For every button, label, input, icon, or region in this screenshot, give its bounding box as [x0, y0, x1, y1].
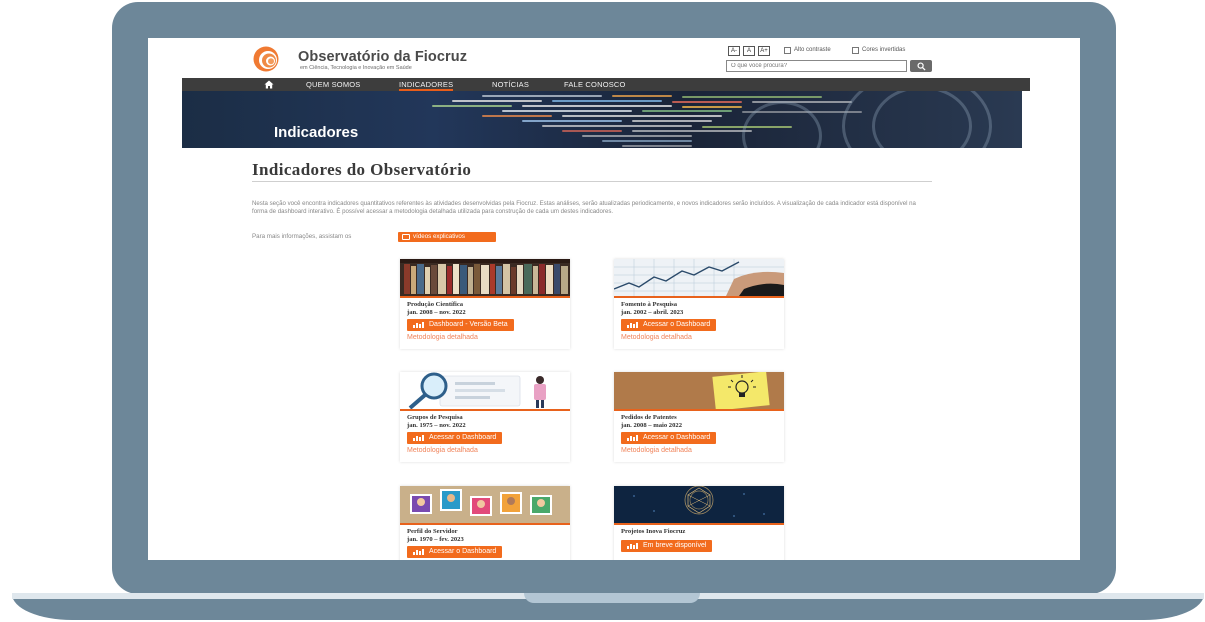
dashboard-button-label: Acessar o Dashboard [429, 548, 497, 555]
indicator-card-pedidos-patentes: Pedidos de Patentes jan. 2008 – maio 202… [614, 372, 784, 462]
card-title: Pedidos de Patentes [621, 414, 677, 421]
main-nav: QUEM SOMOS INDICADORES NOTÍCIAS FALE CON… [182, 78, 1030, 91]
more-info-text: Para mais informações, assistam os [252, 233, 352, 240]
dashboard-button[interactable]: Acessar o Dashboard [407, 546, 503, 558]
card-period: jan. 1970 – fev. 2023 [407, 536, 464, 543]
dashboard-button-label: Acessar o Dashboard [643, 321, 711, 328]
lightbulb-idea-image [614, 372, 784, 409]
dashboard-button-label: Acessar o Dashboard [643, 434, 711, 441]
dashboard-chart-icon [627, 543, 638, 549]
font-default-button[interactable]: A [743, 46, 755, 56]
innovation-network-image [614, 486, 784, 523]
coming-soon-button[interactable]: Em breve disponível [621, 540, 713, 552]
dashboard-button[interactable]: Acessar o Dashboard [407, 432, 503, 444]
nav-item-quem-somos[interactable]: QUEM SOMOS [306, 78, 361, 91]
page-banner: Indicadores [182, 91, 1022, 148]
nav-item-noticias[interactable]: NOTÍCIAS [492, 78, 529, 91]
bookshelf-image [400, 259, 570, 296]
card-title: Perfil do Servidor [407, 528, 458, 535]
high-contrast-checkbox[interactable] [784, 47, 791, 54]
methodology-link[interactable]: Metodologia detalhada [621, 334, 692, 341]
dashboard-button[interactable]: Dashboard - Versão Beta [407, 319, 514, 331]
card-title: Projetos Inova Fiocruz [621, 528, 686, 535]
people-portraits-image [400, 486, 570, 523]
home-icon[interactable] [264, 80, 274, 89]
card-title: Fomento à Pesquisa [621, 301, 678, 308]
indicator-card-fomento-pesquisa: Fomento à Pesquisa jan. 2002 – abril. 20… [614, 259, 784, 349]
font-increase-button[interactable]: A+ [758, 46, 770, 56]
card-period: jan. 1975 – nov. 2022 [407, 422, 466, 429]
site-header: Observatório da Fiocruz em Ciência, Tecn… [148, 38, 1080, 78]
card-period: jan. 2008 – nov. 2022 [407, 309, 466, 316]
inverted-colors-label: Cores invertidas [862, 47, 906, 53]
card-period: jan. 2002 – abril. 2023 [621, 309, 684, 316]
dashboard-chart-icon [413, 322, 424, 328]
page-title: Indicadores do Observatório [252, 160, 472, 179]
laptop-notch [524, 593, 700, 603]
inverted-colors-checkbox[interactable] [852, 47, 859, 54]
search-icon [916, 61, 926, 71]
dashboard-button[interactable]: Acessar o Dashboard [621, 432, 717, 444]
intro-text: Nesta seção você encontra indicadores qu… [252, 200, 916, 216]
dashboard-chart-icon [627, 435, 638, 441]
dashboard-chart-icon [413, 549, 424, 555]
dashboard-button-label: Dashboard - Versão Beta [429, 321, 508, 328]
video-button-label: vídeos explicativos [413, 233, 465, 240]
video-explanations-button[interactable]: vídeos explicativos [398, 232, 496, 242]
indicator-card-producao-cientifica: Produção Científica jan. 2008 – nov. 202… [400, 259, 570, 349]
search-input[interactable] [726, 60, 907, 72]
indicator-card-grupos-pesquisa: Grupos de Pesquisa jan. 1975 – nov. 2022… [400, 372, 570, 462]
laptop-screen: Observatório da Fiocruz em Ciência, Tecn… [148, 38, 1080, 560]
growth-chart-image [614, 259, 784, 296]
nav-item-indicadores[interactable]: INDICADORES [399, 78, 454, 91]
logo-title: Observatório da Fiocruz [298, 49, 468, 65]
dashboard-button-label: Acessar o Dashboard [429, 434, 497, 441]
dashboard-chart-icon [627, 322, 638, 328]
high-contrast-label: Alto contraste [794, 47, 831, 53]
card-title: Produção Científica [407, 301, 464, 308]
card-period: jan. 2008 – maio 2022 [621, 422, 682, 429]
font-decrease-button[interactable]: A- [728, 46, 740, 56]
search-button[interactable] [910, 60, 932, 72]
title-divider [252, 181, 932, 182]
site-logo[interactable]: Observatório da Fiocruz em Ciência, Tecn… [252, 46, 502, 74]
indicator-card-projetos-inova: Projetos Inova Fiocruz Em breve disponív… [614, 486, 784, 560]
fiocruz-logo-icon [253, 46, 279, 72]
banner-title: Indicadores [274, 124, 359, 141]
methodology-link[interactable]: Metodologia detalhada [621, 447, 692, 454]
methodology-link[interactable]: Metodologia detalhada [407, 447, 478, 454]
nav-item-fale-conosco[interactable]: FALE CONOSCO [564, 78, 626, 91]
magnifier-research-image [400, 372, 570, 409]
logo-subtitle: em Ciência, Tecnologia e Inovação em Saú… [300, 65, 412, 71]
indicator-card-perfil-servidor: Perfil do Servidor jan. 1970 – fev. 2023… [400, 486, 570, 560]
card-title: Grupos de Pesquisa [407, 414, 463, 421]
dashboard-chart-icon [413, 435, 424, 441]
coming-soon-button-label: Em breve disponível [643, 542, 707, 549]
dashboard-button[interactable]: Acessar o Dashboard [621, 319, 717, 331]
methodology-link[interactable]: Metodologia detalhada [407, 334, 478, 341]
video-icon [402, 234, 410, 240]
